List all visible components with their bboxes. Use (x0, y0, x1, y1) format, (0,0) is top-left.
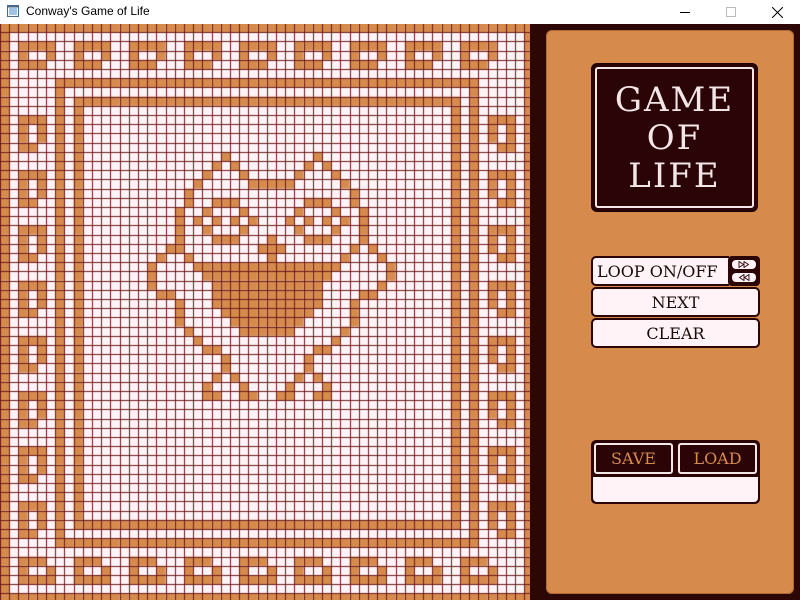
window-titlebar: Conway's Game of Life (0, 0, 800, 24)
title-line-1: GAME (614, 80, 735, 120)
minimize-icon (680, 12, 690, 13)
save-button[interactable]: SAVE (594, 443, 673, 474)
game-title-card: GAME OF LIFE (592, 64, 757, 211)
rewind-icon (738, 274, 750, 281)
loop-toggle-button[interactable]: LOOP ON/OFF (591, 256, 729, 286)
close-icon (771, 6, 783, 18)
clear-button[interactable]: CLEAR (591, 318, 760, 348)
app-icon (7, 5, 19, 17)
title-line-3: LIFE (628, 156, 721, 196)
minimize-button[interactable] (662, 0, 708, 24)
speed-controls (728, 256, 760, 286)
maximize-icon (726, 7, 736, 17)
maximize-button[interactable] (708, 0, 754, 24)
title-line-2: OF (646, 118, 703, 158)
speed-up-button[interactable] (731, 259, 757, 270)
load-button[interactable]: LOAD (678, 443, 757, 474)
next-button[interactable]: NEXT (591, 287, 760, 317)
fast-forward-icon (738, 261, 750, 268)
close-button[interactable] (754, 0, 800, 24)
filename-input[interactable] (593, 477, 758, 502)
window-title: Conway's Game of Life (26, 4, 150, 18)
cell-grid[interactable] (0, 24, 530, 600)
slow-down-button[interactable] (731, 272, 757, 283)
game-board[interactable] (0, 24, 530, 600)
